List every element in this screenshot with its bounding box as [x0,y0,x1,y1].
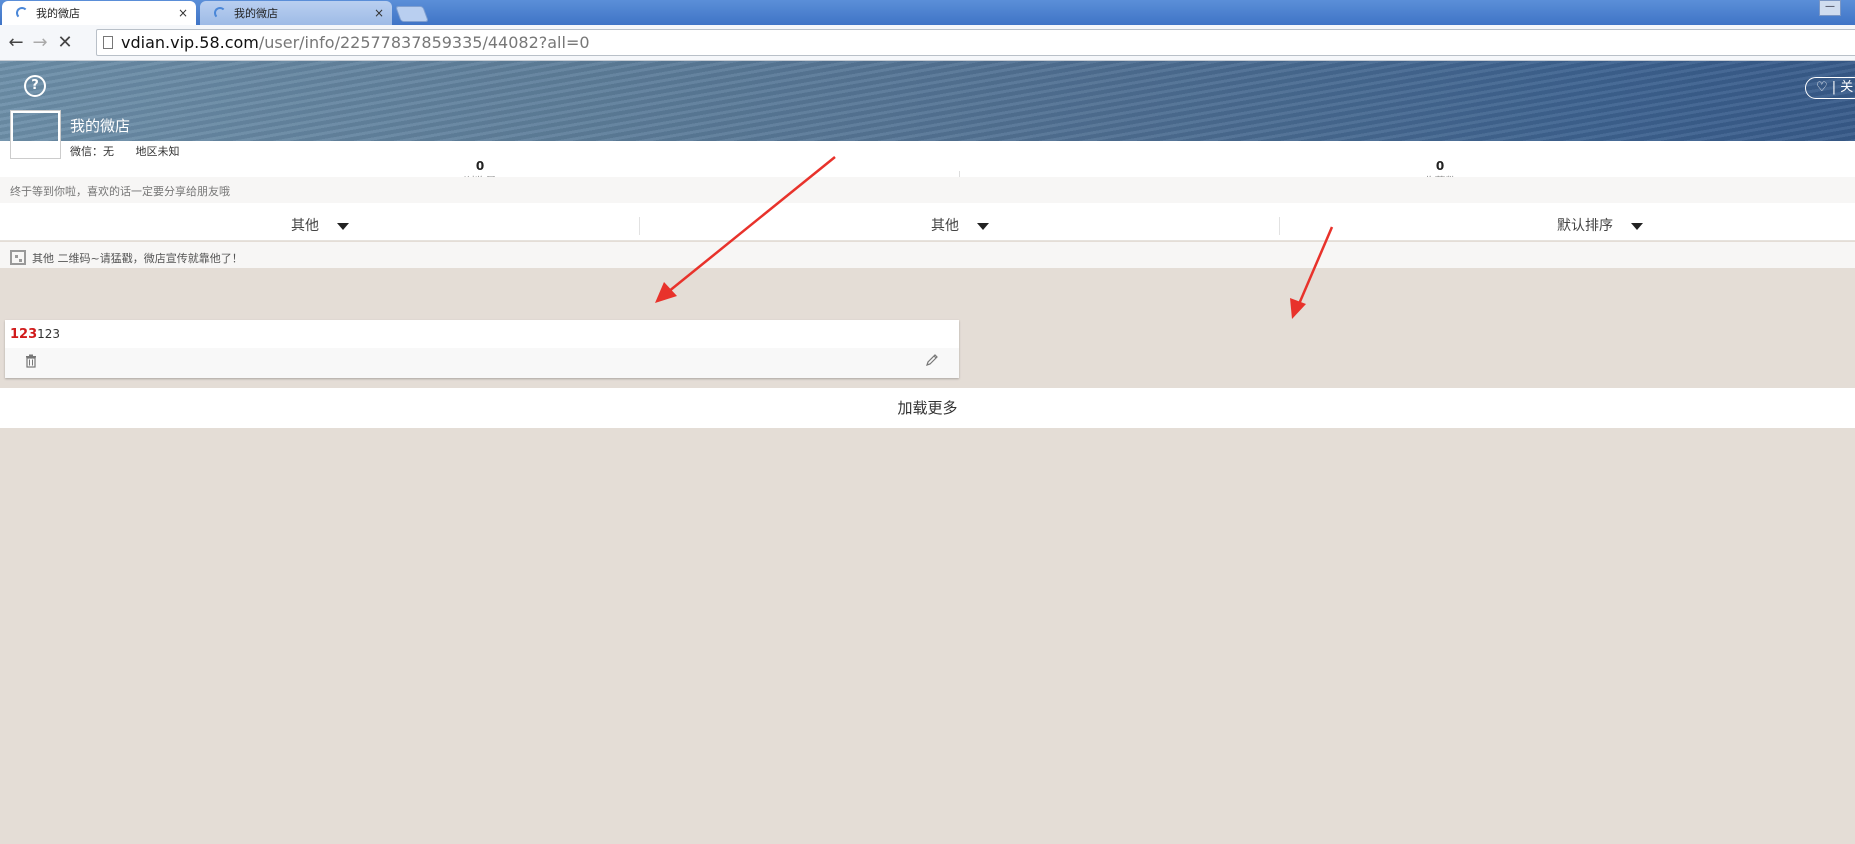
minimize-window-button[interactable]: — [1819,0,1841,16]
shop-avatar[interactable] [10,110,61,159]
page-icon [103,36,113,49]
product-title: 123123 [10,327,60,342]
qr-text: 其他 二维码~请猛戳，微店宣传就靠他了！ [32,251,243,265]
caret-down-icon [977,222,989,230]
trash-icon[interactable] [25,354,37,368]
loading-spinner-icon [16,7,28,19]
back-arrow-icon[interactable]: ← [6,33,26,53]
url-path: /user/info/22577837859335/44082?all=0 [258,33,590,52]
help-icon[interactable]: ? [24,75,46,97]
wechat-info: 微信：无 [70,145,114,158]
shop-banner: ? ♡ | 关 [0,61,1855,141]
loading-spinner-icon [214,7,226,19]
favorite-button[interactable]: ♡ | 关 [1805,77,1855,99]
filter-label: 默认排序 [1557,218,1613,234]
tab-title: 我的微店 [234,7,278,20]
filter-category-1[interactable]: 其他 [0,211,640,241]
tab-close-icon[interactable]: × [178,6,188,20]
url-host: vdian.vip.58.com [121,33,259,52]
forward-arrow-icon[interactable]: → [30,33,50,53]
shop-meta: 微信：无 地区未知 [70,143,180,159]
shop-notice: 终于等到你啦，喜欢的话一定要分享给朋友哦 [0,177,1855,203]
browser-toolbar: ← → ✕ vdian.vip.58.com /user/info/225778… [0,25,1855,61]
product-title-highlight: 123 [10,327,38,342]
stop-loading-icon[interactable]: ✕ [55,33,75,53]
stat-value: 0 [475,159,485,173]
pencil-icon[interactable] [925,353,939,367]
browser-tab-inactive[interactable]: 我的微店 × [200,1,392,25]
filter-label: 其他 [291,218,319,234]
filter-sort[interactable]: 默认排序 [1280,211,1855,241]
new-tab-button[interactable] [395,6,429,22]
address-bar[interactable]: vdian.vip.58.com /user/info/225778378593… [96,29,1855,56]
qr-code-icon [10,250,26,265]
caret-down-icon [1631,222,1643,230]
caret-down-icon [337,222,349,230]
browser-tab-bar: 我的微店 × 我的微店 × — [0,0,1855,25]
browser-tab-active[interactable]: 我的微店 × [2,1,196,25]
product-card[interactable]: 123123 [5,320,959,378]
region-info: 地区未知 [135,145,180,158]
product-card-actions [5,348,959,378]
load-more-button[interactable]: 加载更多 [0,388,1855,428]
shop-name: 我的微店 [70,117,131,135]
tab-close-icon[interactable]: × [374,6,384,20]
page-content: ? ♡ | 关 微信：无 地区未知 0 浏览量 0 收藏数 我的微店 终于等到你… [0,61,1855,844]
stat-value: 0 [1435,159,1445,173]
qr-code-row[interactable]: 其他 二维码~请猛戳，微店宣传就靠他了！ [0,242,1855,268]
filter-bar: 其他 其他 默认排序 [0,211,1855,241]
tab-title: 我的微店 [36,7,80,20]
product-title-rest: 123 [37,327,61,341]
filter-label: 其他 [931,218,959,234]
filter-category-2[interactable]: 其他 [640,211,1280,241]
